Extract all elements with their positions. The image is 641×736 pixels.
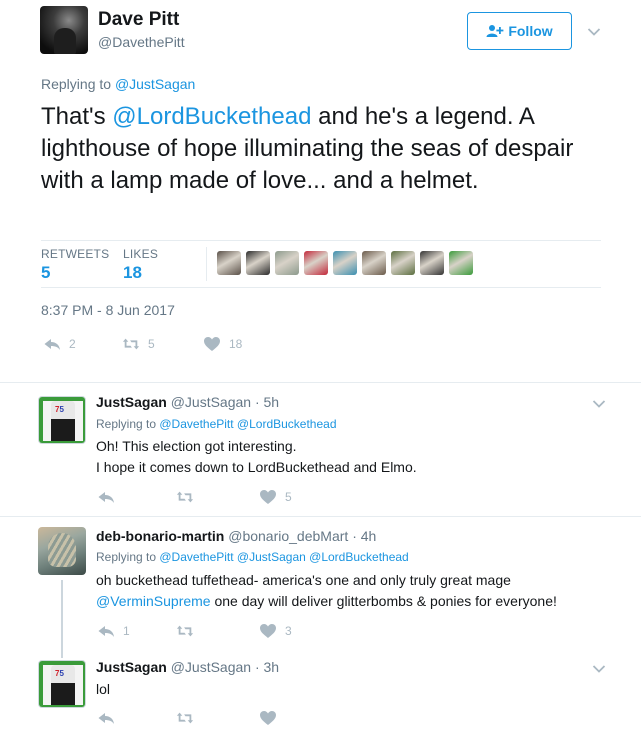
reply-text: oh buckethead tuffethead- america's one … bbox=[96, 570, 636, 612]
reply-tweet[interactable]: deb-bonario-martin @bonario_debMart · 4h… bbox=[0, 517, 641, 647]
reply-action[interactable] bbox=[97, 710, 115, 726]
mention-link[interactable]: @LordBuckethead bbox=[112, 103, 311, 130]
avatar[interactable]: 75 bbox=[38, 396, 86, 444]
thread-connector bbox=[61, 580, 63, 658]
reply-author-name[interactable]: JustSagan bbox=[96, 659, 167, 675]
like-action[interactable]: 3 bbox=[259, 623, 292, 639]
replying-to: Replying to @JustSagan bbox=[41, 76, 195, 92]
reply-action[interactable] bbox=[97, 489, 123, 505]
retweet-action[interactable] bbox=[176, 489, 202, 505]
reply-text-line: Oh! This election got interesting. bbox=[96, 438, 297, 454]
replying-prefix: Replying to bbox=[41, 76, 115, 92]
reply-header: JustSagan @JustSagan · 3h bbox=[96, 659, 279, 675]
replying-handles-link[interactable]: @DavethePitt @LordBuckethead bbox=[159, 417, 336, 431]
follow-label: Follow bbox=[508, 23, 553, 39]
chevron-down-icon[interactable] bbox=[587, 27, 601, 37]
retweets-count[interactable]: 5 bbox=[41, 263, 50, 283]
reply-time[interactable]: · 4h bbox=[352, 528, 376, 544]
like-action[interactable]: 18 bbox=[203, 336, 242, 352]
liker-avatars bbox=[217, 251, 473, 275]
replying-prefix: Replying to bbox=[96, 550, 160, 564]
reply-text-line: oh buckethead tuffethead- america's one … bbox=[96, 572, 511, 588]
like-count: 3 bbox=[285, 624, 292, 638]
reply-time[interactable]: · 3h bbox=[255, 659, 279, 675]
retweet-icon bbox=[176, 712, 194, 724]
liker-avatar[interactable] bbox=[333, 251, 357, 275]
reply-header: JustSagan @JustSagan · 5h bbox=[96, 394, 279, 410]
like-action[interactable]: 5 bbox=[259, 489, 292, 505]
reply-author-handle[interactable]: @JustSagan bbox=[171, 394, 251, 410]
reply-text-rest: one day will deliver glitterbombs & poni… bbox=[210, 593, 557, 609]
reply-text: lol bbox=[96, 679, 606, 700]
reply-header: deb-bonario-martin @bonario_debMart · 4h bbox=[96, 528, 376, 544]
like-count: 5 bbox=[285, 490, 292, 504]
replying-handles-link[interactable]: @DavethePitt @JustSagan @LordBuckethead bbox=[159, 550, 408, 564]
heart-icon bbox=[260, 490, 276, 504]
retweet-action[interactable]: 5 bbox=[122, 336, 155, 352]
reply-author-name[interactable]: JustSagan bbox=[96, 394, 167, 410]
retweet-count: 5 bbox=[148, 337, 155, 351]
reply-text-line: lol bbox=[96, 681, 111, 697]
follow-button[interactable]: Follow bbox=[467, 12, 572, 50]
like-action[interactable] bbox=[259, 710, 277, 726]
author-handle[interactable]: @DavethePitt bbox=[98, 34, 185, 50]
reply-arrow-icon bbox=[98, 492, 114, 503]
liker-avatar[interactable] bbox=[391, 251, 415, 275]
retweet-action[interactable] bbox=[176, 710, 194, 726]
reply-text-line2: @VerminSupreme one day will deliver glit… bbox=[96, 591, 636, 612]
tweet-text-prefix: That's bbox=[41, 103, 113, 130]
author-name[interactable]: Dave Pitt bbox=[98, 9, 179, 31]
retweet-icon bbox=[176, 625, 194, 637]
liker-avatar[interactable] bbox=[420, 251, 444, 275]
reply-arrow-icon bbox=[98, 626, 114, 637]
replying-prefix: Replying to bbox=[96, 417, 160, 431]
reply-author-name[interactable]: deb-bonario-martin bbox=[96, 528, 224, 544]
avatar[interactable]: 75 bbox=[38, 660, 86, 708]
like-count: 18 bbox=[229, 337, 243, 351]
reply-action[interactable]: 1 bbox=[97, 623, 130, 639]
liker-avatar[interactable] bbox=[275, 251, 299, 275]
chevron-down-icon[interactable] bbox=[592, 399, 606, 409]
heart-icon bbox=[260, 711, 276, 725]
tweet-text: That's @LordBuckethead and he's a legend… bbox=[41, 101, 601, 197]
replying-handle-link[interactable]: @JustSagan bbox=[115, 76, 195, 92]
tweet-stats: RETWEETS 5 LIKES 18 bbox=[41, 240, 601, 288]
reply-time[interactable]: · 5h bbox=[255, 394, 279, 410]
reply-arrow-icon bbox=[98, 713, 114, 724]
replying-to: Replying to @DavethePitt @LordBuckethead bbox=[96, 417, 337, 431]
reply-text-line: I hope it comes down to LordBuckethead a… bbox=[96, 459, 417, 475]
liker-avatar[interactable] bbox=[449, 251, 473, 275]
likes-count[interactable]: 18 bbox=[123, 263, 142, 283]
heart-icon bbox=[204, 337, 220, 351]
main-tweet: Dave Pitt @DavethePitt Follow Replying t… bbox=[0, 0, 641, 383]
author-avatar[interactable] bbox=[40, 6, 88, 54]
replying-to: Replying to @DavethePitt @JustSagan @Lor… bbox=[96, 550, 409, 564]
liker-avatar[interactable] bbox=[304, 251, 328, 275]
mention-link[interactable]: @VerminSupreme bbox=[96, 593, 211, 609]
retweet-action[interactable] bbox=[176, 623, 202, 639]
reply-count: 2 bbox=[69, 337, 76, 351]
stats-divider bbox=[206, 247, 207, 281]
liker-avatar[interactable] bbox=[246, 251, 270, 275]
reply-arrow-icon bbox=[44, 339, 60, 350]
retweet-icon bbox=[176, 491, 194, 503]
liker-avatar[interactable] bbox=[362, 251, 386, 275]
avatar[interactable] bbox=[38, 527, 86, 575]
chevron-down-icon[interactable] bbox=[592, 664, 606, 674]
reply-text: Oh! This election got interesting. I hop… bbox=[96, 436, 606, 478]
add-user-icon bbox=[486, 25, 504, 37]
reply-tweet[interactable]: 75 JustSagan @JustSagan · 5h Replying to… bbox=[0, 384, 641, 516]
likes-label: LIKES bbox=[123, 247, 159, 261]
reply-author-handle[interactable]: @bonario_debMart bbox=[228, 528, 348, 544]
reply-tweet[interactable]: 75 JustSagan @JustSagan · 3h lol bbox=[0, 648, 641, 736]
retweets-label: RETWEETS bbox=[41, 247, 110, 261]
retweet-icon bbox=[122, 338, 140, 350]
reply-action[interactable]: 2 bbox=[43, 336, 76, 352]
reply-author-handle[interactable]: @JustSagan bbox=[171, 659, 251, 675]
liker-avatar[interactable] bbox=[217, 251, 241, 275]
heart-icon bbox=[260, 624, 276, 638]
tweet-timestamp[interactable]: 8:37 PM - 8 Jun 2017 bbox=[41, 302, 175, 318]
reply-count: 1 bbox=[123, 624, 130, 638]
